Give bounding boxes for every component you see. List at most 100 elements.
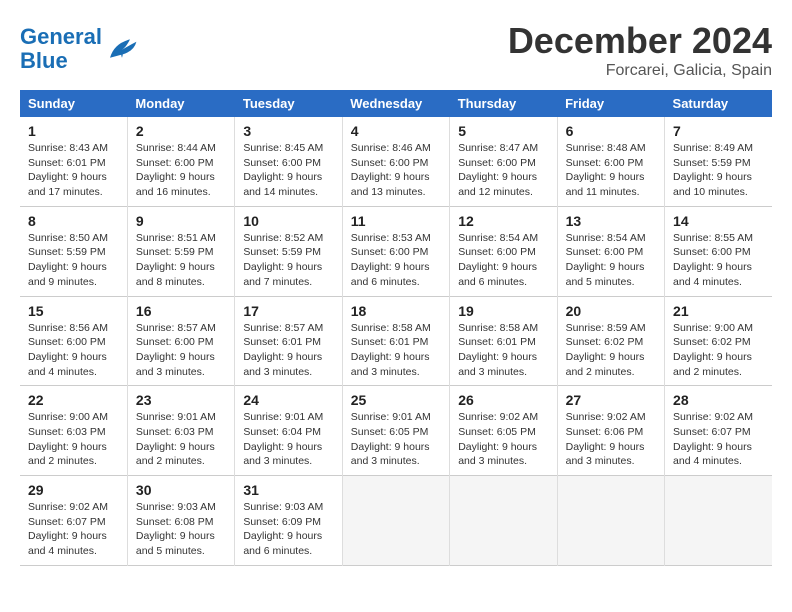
day-info: Sunrise: 8:53 AMSunset: 6:00 PMDaylight:… bbox=[351, 231, 441, 290]
day-info: Sunrise: 8:57 AMSunset: 6:00 PMDaylight:… bbox=[136, 321, 226, 380]
calendar-cell: 6 Sunrise: 8:48 AMSunset: 6:00 PMDaylight… bbox=[557, 117, 664, 206]
calendar-cell: 14 Sunrise: 8:55 AMSunset: 6:00 PMDayligh… bbox=[665, 206, 772, 296]
calendar-cell: 9 Sunrise: 8:51 AMSunset: 5:59 PMDaylight… bbox=[127, 206, 234, 296]
day-number: 29 bbox=[28, 482, 119, 498]
day-number: 4 bbox=[351, 123, 441, 139]
calendar-cell: 16 Sunrise: 8:57 AMSunset: 6:00 PMDayligh… bbox=[127, 296, 234, 386]
calendar-cell: 3 Sunrise: 8:45 AMSunset: 6:00 PMDaylight… bbox=[235, 117, 342, 206]
day-info: Sunrise: 8:49 AMSunset: 5:59 PMDaylight:… bbox=[673, 141, 764, 200]
day-info: Sunrise: 8:58 AMSunset: 6:01 PMDaylight:… bbox=[351, 321, 441, 380]
day-info: Sunrise: 8:46 AMSunset: 6:00 PMDaylight:… bbox=[351, 141, 441, 200]
day-header-friday: Friday bbox=[557, 90, 664, 117]
day-number: 7 bbox=[673, 123, 764, 139]
day-number: 17 bbox=[243, 303, 333, 319]
day-header-tuesday: Tuesday bbox=[235, 90, 342, 117]
day-info: Sunrise: 9:00 AMSunset: 6:03 PMDaylight:… bbox=[28, 410, 119, 469]
day-info: Sunrise: 9:00 AMSunset: 6:02 PMDaylight:… bbox=[673, 321, 764, 380]
calendar-cell: 21Sunrise: 9:00 AMSunset: 6:02 PMDayligh… bbox=[665, 296, 772, 386]
calendar-cell: 2Sunrise: 8:44 AMSunset: 6:00 PMDaylight… bbox=[127, 117, 234, 206]
day-number: 19 bbox=[458, 303, 548, 319]
day-info: Sunrise: 8:55 AMSunset: 6:00 PMDaylight:… bbox=[673, 231, 764, 290]
day-info: Sunrise: 9:03 AMSunset: 6:08 PMDaylight:… bbox=[136, 500, 226, 559]
day-info: Sunrise: 8:43 AMSunset: 6:01 PMDaylight:… bbox=[28, 141, 119, 200]
calendar-week-row: 15 Sunrise: 8:56 AMSunset: 6:00 PMDayligh… bbox=[20, 296, 772, 386]
day-number: 9 bbox=[136, 213, 226, 229]
calendar-cell: 25 Sunrise: 9:01 AMSunset: 6:05 PMDayligh… bbox=[342, 386, 449, 476]
day-number: 6 bbox=[566, 123, 656, 139]
day-info: Sunrise: 9:03 AMSunset: 6:09 PMDaylight:… bbox=[243, 500, 333, 559]
day-info: Sunrise: 9:01 AMSunset: 6:05 PMDaylight:… bbox=[351, 410, 441, 469]
calendar-cell: 20 Sunrise: 8:59 AMSunset: 6:02 PMDayligh… bbox=[557, 296, 664, 386]
day-info: Sunrise: 8:54 AMSunset: 6:00 PMDaylight:… bbox=[566, 231, 656, 290]
calendar-cell: 19 Sunrise: 8:58 AMSunset: 6:01 PMDayligh… bbox=[450, 296, 557, 386]
day-info: Sunrise: 8:56 AMSunset: 6:00 PMDaylight:… bbox=[28, 321, 119, 380]
calendar-cell bbox=[450, 476, 557, 566]
calendar-cell: 26 Sunrise: 9:02 AMSunset: 6:05 PMDayligh… bbox=[450, 386, 557, 476]
day-number: 14 bbox=[673, 213, 764, 229]
day-number: 24 bbox=[243, 392, 333, 408]
calendar-cell: 31Sunrise: 9:03 AMSunset: 6:09 PMDayligh… bbox=[235, 476, 342, 566]
calendar-cell: 29 Sunrise: 9:02 AMSunset: 6:07 PMDayligh… bbox=[20, 476, 127, 566]
day-number: 12 bbox=[458, 213, 548, 229]
day-info: Sunrise: 9:02 AMSunset: 6:06 PMDaylight:… bbox=[566, 410, 656, 469]
day-number: 30 bbox=[136, 482, 226, 498]
calendar-cell: 24 Sunrise: 9:01 AMSunset: 6:04 PMDayligh… bbox=[235, 386, 342, 476]
calendar-cell: 18 Sunrise: 8:58 AMSunset: 6:01 PMDayligh… bbox=[342, 296, 449, 386]
calendar-cell: 11 Sunrise: 8:53 AMSunset: 6:00 PMDayligh… bbox=[342, 206, 449, 296]
day-number: 11 bbox=[351, 213, 441, 229]
day-header-sunday: Sunday bbox=[20, 90, 127, 117]
day-number: 28 bbox=[673, 392, 764, 408]
day-number: 26 bbox=[458, 392, 548, 408]
day-header-wednesday: Wednesday bbox=[342, 90, 449, 117]
day-info: Sunrise: 8:58 AMSunset: 6:01 PMDaylight:… bbox=[458, 321, 548, 380]
day-number: 27 bbox=[566, 392, 656, 408]
calendar-cell: 10Sunrise: 8:52 AMSunset: 5:59 PMDayligh… bbox=[235, 206, 342, 296]
calendar-cell: 15 Sunrise: 8:56 AMSunset: 6:00 PMDayligh… bbox=[20, 296, 127, 386]
day-info: Sunrise: 8:59 AMSunset: 6:02 PMDaylight:… bbox=[566, 321, 656, 380]
calendar-cell: 22 Sunrise: 9:00 AMSunset: 6:03 PMDayligh… bbox=[20, 386, 127, 476]
day-info: Sunrise: 8:50 AMSunset: 5:59 PMDaylight:… bbox=[28, 231, 119, 290]
day-info: Sunrise: 8:57 AMSunset: 6:01 PMDaylight:… bbox=[243, 321, 333, 380]
calendar-cell: 4 Sunrise: 8:46 AMSunset: 6:00 PMDaylight… bbox=[342, 117, 449, 206]
day-number: 25 bbox=[351, 392, 441, 408]
day-header-monday: Monday bbox=[127, 90, 234, 117]
day-info: Sunrise: 9:02 AMSunset: 6:07 PMDaylight:… bbox=[28, 500, 119, 559]
logo: General Blue bbox=[20, 25, 138, 73]
calendar-cell: 28Sunrise: 9:02 AMSunset: 6:07 PMDayligh… bbox=[665, 386, 772, 476]
logo-bird-icon bbox=[106, 35, 138, 63]
day-info: Sunrise: 8:45 AMSunset: 6:00 PMDaylight:… bbox=[243, 141, 333, 200]
day-number: 10 bbox=[243, 213, 333, 229]
day-number: 1 bbox=[28, 123, 119, 139]
day-number: 3 bbox=[243, 123, 333, 139]
calendar-cell: 1 Sunrise: 8:43 AMSunset: 6:01 PMDaylight… bbox=[20, 117, 127, 206]
day-info: Sunrise: 9:01 AMSunset: 6:04 PMDaylight:… bbox=[243, 410, 333, 469]
day-info: Sunrise: 8:54 AMSunset: 6:00 PMDaylight:… bbox=[458, 231, 548, 290]
day-number: 18 bbox=[351, 303, 441, 319]
day-info: Sunrise: 8:51 AMSunset: 5:59 PMDaylight:… bbox=[136, 231, 226, 290]
calendar-title: December 2024 bbox=[508, 20, 772, 62]
day-number: 15 bbox=[28, 303, 119, 319]
day-number: 8 bbox=[28, 213, 119, 229]
day-number: 22 bbox=[28, 392, 119, 408]
calendar-cell: 8 Sunrise: 8:50 AMSunset: 5:59 PMDaylight… bbox=[20, 206, 127, 296]
day-number: 13 bbox=[566, 213, 656, 229]
calendar-cell: 27 Sunrise: 9:02 AMSunset: 6:06 PMDayligh… bbox=[557, 386, 664, 476]
day-info: Sunrise: 8:48 AMSunset: 6:00 PMDaylight:… bbox=[566, 141, 656, 200]
day-number: 16 bbox=[136, 303, 226, 319]
calendar-cell: 7 Sunrise: 8:49 AMSunset: 5:59 PMDaylight… bbox=[665, 117, 772, 206]
day-number: 2 bbox=[136, 123, 226, 139]
day-header-saturday: Saturday bbox=[665, 90, 772, 117]
calendar-header-row: SundayMondayTuesdayWednesdayThursdayFrid… bbox=[20, 90, 772, 117]
calendar-cell: 30 Sunrise: 9:03 AMSunset: 6:08 PMDayligh… bbox=[127, 476, 234, 566]
calendar-week-row: 22 Sunrise: 9:00 AMSunset: 6:03 PMDayligh… bbox=[20, 386, 772, 476]
calendar-cell bbox=[342, 476, 449, 566]
logo-general: General bbox=[20, 24, 102, 49]
day-number: 20 bbox=[566, 303, 656, 319]
logo-blue: Blue bbox=[20, 48, 68, 73]
day-number: 5 bbox=[458, 123, 548, 139]
calendar-cell: 17 Sunrise: 8:57 AMSunset: 6:01 PMDayligh… bbox=[235, 296, 342, 386]
calendar-cell: 23Sunrise: 9:01 AMSunset: 6:03 PMDayligh… bbox=[127, 386, 234, 476]
calendar-cell bbox=[665, 476, 772, 566]
day-info: Sunrise: 9:01 AMSunset: 6:03 PMDaylight:… bbox=[136, 410, 226, 469]
day-info: Sunrise: 9:02 AMSunset: 6:05 PMDaylight:… bbox=[458, 410, 548, 469]
